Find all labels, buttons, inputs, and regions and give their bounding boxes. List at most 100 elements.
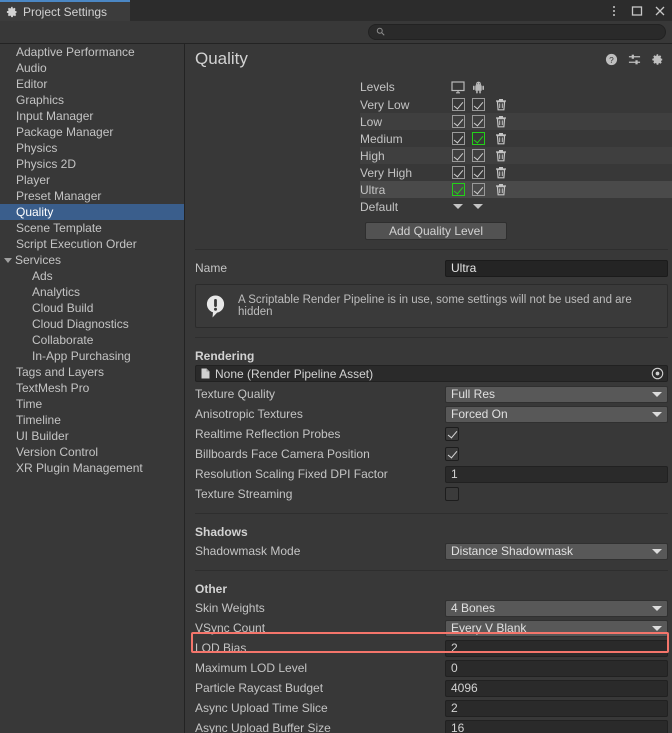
sidebar-item-preset-manager[interactable]: Preset Manager (0, 188, 184, 204)
sidebar-item-label: Scene Template (16, 221, 102, 235)
sidebar-item-ads[interactable]: Ads (0, 268, 184, 284)
sidebar-item-input-manager[interactable]: Input Manager (0, 108, 184, 124)
setting-row: VSync CountEvery V Blank (195, 618, 668, 638)
tab-project-settings[interactable]: Project Settings (0, 0, 130, 21)
preset-icon[interactable] (628, 53, 641, 66)
desktop-enabled-checkbox[interactable] (452, 183, 465, 196)
sidebar-item-xr-plugin-management[interactable]: XR Plugin Management (0, 460, 184, 476)
default-desktop-dropdown[interactable] (448, 204, 468, 209)
settings-main-panel: Quality ? Levels Very LowLowMediumHighV (184, 43, 672, 733)
desktop-enabled-checkbox[interactable] (452, 132, 465, 145)
sidebar-item-tags-and-layers[interactable]: Tags and Layers (0, 364, 184, 380)
sidebar-item-physics[interactable]: Physics (0, 140, 184, 156)
gear-icon[interactable] (651, 53, 664, 66)
sidebar-item-services[interactable]: Services (0, 252, 184, 268)
divider (195, 513, 668, 514)
sidebar-item-version-control[interactable]: Version Control (0, 444, 184, 460)
maximum-lod-level-input[interactable]: 0 (445, 660, 668, 677)
setting-label: Async Upload Time Slice (195, 701, 445, 715)
sidebar-item-player[interactable]: Player (0, 172, 184, 188)
sidebar-item-scene-template[interactable]: Scene Template (0, 220, 184, 236)
levels-table-header: Levels (360, 78, 672, 96)
sidebar-item-time[interactable]: Time (0, 396, 184, 412)
settings-sidebar[interactable]: Adaptive PerformanceAudioEditorGraphicsI… (0, 43, 184, 733)
sidebar-item-timeline[interactable]: Timeline (0, 412, 184, 428)
async-upload-time-slice-input[interactable]: 2 (445, 700, 668, 717)
particle-raycast-budget-input[interactable]: 4096 (445, 680, 668, 697)
sidebar-item-package-manager[interactable]: Package Manager (0, 124, 184, 140)
chevron-down-icon (652, 606, 662, 611)
resolution-scaling-fixed-dpi-factor-input[interactable]: 1 (445, 466, 668, 483)
sidebar-item-collaborate[interactable]: Collaborate (0, 332, 184, 348)
render-pipeline-asset-field[interactable]: None (Render Pipeline Asset) (195, 365, 668, 382)
close-icon[interactable] (654, 5, 666, 17)
quality-level-row[interactable]: Medium (360, 130, 672, 147)
trash-icon[interactable] (488, 183, 514, 196)
name-input[interactable]: Ultra (445, 260, 668, 277)
setting-label: Maximum LOD Level (195, 661, 445, 675)
divider (195, 570, 668, 571)
sidebar-item-label: Physics 2D (16, 157, 76, 171)
desktop-enabled-checkbox[interactable] (452, 166, 465, 179)
desktop-enabled-checkbox[interactable] (452, 98, 465, 111)
quality-level-row[interactable]: Ultra (360, 181, 672, 198)
quality-level-row[interactable]: Low (360, 113, 672, 130)
android-enabled-checkbox[interactable] (472, 166, 485, 179)
expand-arrow-icon[interactable] (4, 258, 12, 263)
sidebar-item-cloud-diagnostics[interactable]: Cloud Diagnostics (0, 316, 184, 332)
maximize-icon[interactable] (631, 5, 643, 17)
sidebar-item-script-execution-order[interactable]: Script Execution Order (0, 236, 184, 252)
sidebar-item-in-app-purchasing[interactable]: In-App Purchasing (0, 348, 184, 364)
setting-label: Skin Weights (195, 601, 445, 615)
dropdown-value: Every V Blank (451, 621, 526, 635)
anisotropic-textures-dropdown[interactable]: Forced On (445, 406, 668, 423)
shadowmask-mode-dropdown[interactable]: Distance Shadowmask (445, 543, 668, 560)
levels-default-label: Default (360, 200, 448, 214)
android-enabled-checkbox[interactable] (472, 132, 485, 145)
billboards-face-camera-position-checkbox[interactable] (445, 447, 459, 461)
android-enabled-checkbox[interactable] (472, 115, 485, 128)
search-input[interactable] (389, 26, 639, 38)
default-android-dropdown[interactable] (468, 204, 488, 209)
trash-icon[interactable] (488, 98, 514, 111)
sidebar-item-quality[interactable]: Quality (0, 204, 184, 220)
desktop-enabled-checkbox[interactable] (452, 115, 465, 128)
texture-streaming-checkbox[interactable] (445, 487, 459, 501)
trash-icon[interactable] (488, 166, 514, 179)
chevron-down-icon (652, 392, 662, 397)
quality-level-row[interactable]: Very Low (360, 96, 672, 113)
quality-level-row[interactable]: High (360, 147, 672, 164)
sidebar-item-physics-2d[interactable]: Physics 2D (0, 156, 184, 172)
sidebar-item-label: Editor (16, 77, 47, 91)
sidebar-item-audio[interactable]: Audio (0, 60, 184, 76)
trash-icon[interactable] (488, 132, 514, 145)
realtime-reflection-probes-checkbox[interactable] (445, 427, 459, 441)
add-quality-level-button[interactable]: Add Quality Level (365, 222, 507, 240)
help-icon[interactable]: ? (605, 53, 618, 66)
sidebar-item-editor[interactable]: Editor (0, 76, 184, 92)
android-enabled-checkbox[interactable] (472, 149, 485, 162)
trash-icon[interactable] (488, 149, 514, 162)
trash-icon[interactable] (488, 115, 514, 128)
sidebar-item-graphics[interactable]: Graphics (0, 92, 184, 108)
android-enabled-checkbox[interactable] (472, 183, 485, 196)
sidebar-item-label: Script Execution Order (16, 237, 137, 251)
sidebar-item-adaptive-performance[interactable]: Adaptive Performance (0, 44, 184, 60)
async-upload-buffer-size-input[interactable]: 16 (445, 720, 668, 733)
search-box[interactable] (368, 24, 666, 40)
texture-quality-dropdown[interactable]: Full Res (445, 386, 668, 403)
android-enabled-checkbox[interactable] (472, 98, 485, 111)
quality-level-name: Very High (360, 166, 448, 180)
dropdown-value: Full Res (451, 387, 495, 401)
quality-level-row[interactable]: Very High (360, 164, 672, 181)
sidebar-item-textmesh-pro[interactable]: TextMesh Pro (0, 380, 184, 396)
sidebar-item-analytics[interactable]: Analytics (0, 284, 184, 300)
desktop-enabled-checkbox[interactable] (452, 149, 465, 162)
sidebar-item-ui-builder[interactable]: UI Builder (0, 428, 184, 444)
sidebar-item-cloud-build[interactable]: Cloud Build (0, 300, 184, 316)
skin-weights-dropdown[interactable]: 4 Bones (445, 600, 668, 617)
kebab-menu-icon[interactable] (608, 5, 620, 17)
lod-bias-input[interactable]: 2 (445, 640, 668, 657)
object-picker-icon[interactable] (651, 367, 664, 380)
vsync-count-dropdown[interactable]: Every V Blank (445, 620, 668, 637)
